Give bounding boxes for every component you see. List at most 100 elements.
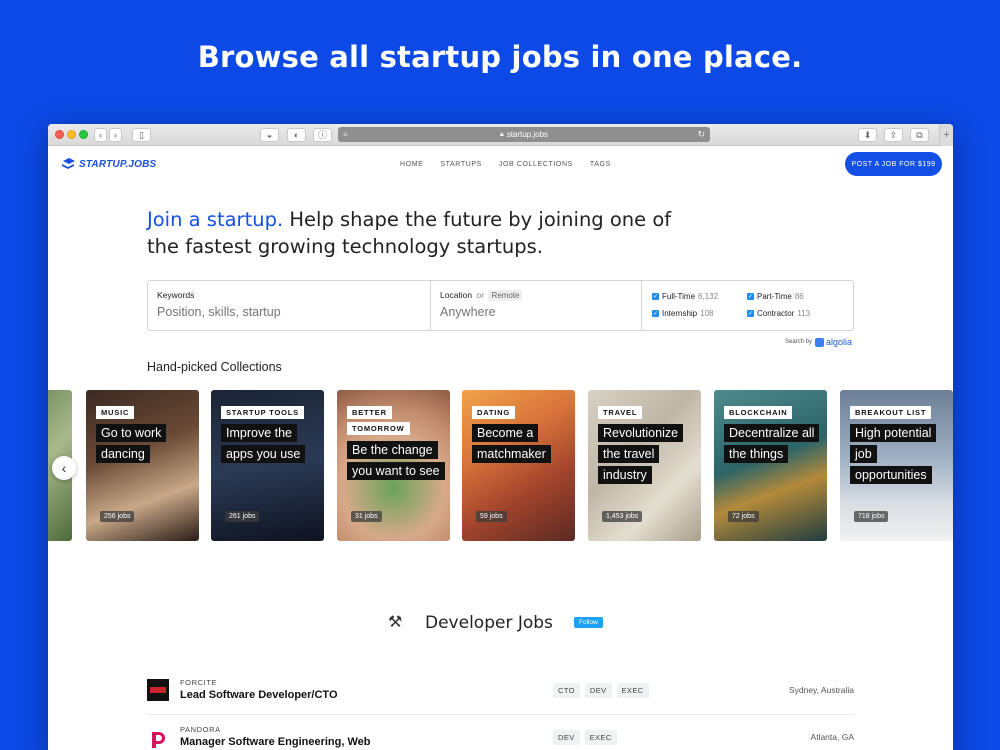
reload-icon[interactable]: ↻ <box>697 129 705 140</box>
reader-icon[interactable]: ≡ <box>343 130 348 139</box>
info-icon[interactable]: ⓘ <box>313 128 332 142</box>
search-form: Keywords Location or Remote ✓ Full-Time … <box>147 280 854 331</box>
tabs-icon[interactable]: ⧉ <box>910 128 929 142</box>
page-headline: Browse all startup jobs in one place. <box>197 40 803 74</box>
browser-window: ‹ › ▯ ◒ ◐ ⓘ ≡ 🔒︎ startup.jobs ↻ ⬇ ⇪ ⧉ + … <box>48 124 953 750</box>
nav-link-startups[interactable]: STARTUPS <box>440 161 482 168</box>
collection-job-count: 1,453 jobs <box>602 511 643 522</box>
hammer-wrench-icon: ⚒ <box>388 614 403 631</box>
forward-icon[interactable]: › <box>109 128 122 142</box>
filter-label: Contractor <box>757 309 795 318</box>
job-tag[interactable]: EXEC <box>584 730 617 745</box>
collection-card-better-tomorrow[interactable]: BETTER TOMORROW Be the change you want t… <box>337 390 450 541</box>
filter-label: Internship <box>662 309 698 318</box>
url-text: startup.jobs <box>506 130 549 139</box>
collection-tag: TRAVEL <box>598 406 643 419</box>
job-title[interactable]: Manager Software Engineering, Web <box>180 736 371 748</box>
collection-card-startup-tools[interactable]: STARTUP TOOLS Improve the apps you use 2… <box>211 390 324 541</box>
forcite-logo-icon <box>147 679 169 701</box>
filter-label: Part-Time <box>757 292 792 301</box>
collection-tag: BREAKOUT LIST <box>850 406 932 419</box>
carousel-prev-icon[interactable]: ‹ <box>52 456 76 480</box>
job-title[interactable]: Lead Software Developer/CTO <box>180 689 338 701</box>
filter-count: 6,132 <box>698 292 719 301</box>
toggle-icon[interactable]: ◐ <box>287 128 306 142</box>
filter-count: 86 <box>794 292 804 301</box>
new-tab-icon[interactable]: + <box>939 124 953 146</box>
hero-heading: Join a startup. Help shape the future by… <box>147 206 687 260</box>
filter-contractor[interactable]: ✓ Contractor 113 <box>747 309 810 318</box>
minimize-window-button[interactable] <box>67 130 76 139</box>
hero-accent: Join a startup. <box>147 208 284 231</box>
address-bar[interactable]: ≡ 🔒︎ startup.jobs ↻ <box>338 127 710 142</box>
close-window-button[interactable] <box>55 130 64 139</box>
job-location: Atlanta, GA <box>810 732 854 742</box>
collection-card-dating[interactable]: DATING Become a matchmaker 59 jobs <box>462 390 575 541</box>
share-icon[interactable]: ⇪ <box>884 128 903 142</box>
job-row[interactable]: FORCITE Lead Software Developer/CTO CTO … <box>147 668 854 712</box>
location-label-text: Location <box>440 290 473 300</box>
remote-chip[interactable]: Remote <box>488 290 523 301</box>
checkbox-checked-icon[interactable]: ✓ <box>652 293 659 300</box>
location-or-text: or <box>476 290 485 300</box>
back-icon[interactable]: ‹ <box>94 128 107 142</box>
filter-full-time[interactable]: ✓ Full-Time 6,132 <box>652 292 718 301</box>
powered-by-text: Search by <box>785 339 813 345</box>
algolia-icon <box>815 337 825 347</box>
nav-link-tags[interactable]: TAGS <box>590 161 611 168</box>
nav-link-home[interactable]: HOME <box>400 161 423 168</box>
filter-internship[interactable]: ✓ Internship 108 <box>652 309 714 318</box>
collection-tag-line-2: TOMORROW <box>347 422 410 435</box>
job-tag[interactable]: CTO <box>553 683 580 698</box>
filter-count: 108 <box>700 309 714 318</box>
keywords-input[interactable] <box>157 305 417 319</box>
checkbox-checked-icon[interactable]: ✓ <box>747 293 754 300</box>
filter-label: Full-Time <box>662 292 696 301</box>
pandora-logo-icon <box>152 732 165 748</box>
collection-tag: STARTUP TOOLS <box>221 406 304 419</box>
site-nav: STARTUP.JOBS HOME STARTUPS JOB COLLECTIO… <box>48 146 953 184</box>
collection-job-count: 59 jobs <box>476 511 507 522</box>
logo-icon <box>62 158 75 169</box>
job-company: PANDORA <box>180 725 221 734</box>
collection-card-travel[interactable]: TRAVEL Revolutionize the travel industry… <box>588 390 701 541</box>
search-by-algolia[interactable]: Search by algolia <box>785 337 852 347</box>
site-logo[interactable]: STARTUP.JOBS <box>61 158 156 170</box>
job-tag[interactable]: DEV <box>584 683 612 698</box>
job-tag[interactable]: DEV <box>553 730 580 745</box>
download-icon[interactable]: ⬇ <box>858 128 877 142</box>
post-job-button[interactable]: POST A JOB FOR $199 <box>845 152 942 176</box>
job-tag[interactable]: EXEC <box>616 683 649 698</box>
job-type-filters: ✓ Full-Time 6,132 ✓ Part-Time 86 ✓ Inter… <box>642 281 853 330</box>
collection-job-count: 718 jobs <box>854 511 889 522</box>
nav-link-job-collections[interactable]: JOB COLLECTIONS <box>499 161 573 168</box>
collection-card-breakout-list[interactable]: BREAKOUT LIST High potential job opportu… <box>840 390 953 541</box>
checkbox-checked-icon[interactable]: ✓ <box>652 310 659 317</box>
twitter-follow-button[interactable]: Follow <box>574 617 603 628</box>
collection-tag: DATING <box>472 406 515 419</box>
shield-icon[interactable]: ◒ <box>260 128 279 142</box>
collection-tag: MUSIC <box>96 406 135 419</box>
collection-job-count: 72 jobs <box>728 511 759 522</box>
sidebar-icon[interactable]: ▯ <box>132 128 151 142</box>
collection-card-music[interactable]: MUSIC Go to work dancing 256 jobs <box>86 390 199 541</box>
logo-text: STARTUP.JOBS <box>79 158 157 170</box>
collection-job-count: 256 jobs <box>100 511 135 522</box>
checkbox-checked-icon[interactable]: ✓ <box>747 310 754 317</box>
keywords-field[interactable]: Keywords <box>148 281 431 330</box>
job-location: Sydney, Australia <box>788 685 854 695</box>
browser-titlebar: ‹ › ▯ ◒ ◐ ⓘ ≡ 🔒︎ startup.jobs ↻ ⬇ ⇪ ⧉ + <box>48 124 953 146</box>
lock-icon: 🔒︎ <box>499 130 504 138</box>
developer-jobs-title: Developer Jobs <box>425 613 553 633</box>
location-input[interactable] <box>440 305 630 319</box>
job-company: FORCITE <box>180 678 218 687</box>
filter-part-time[interactable]: ✓ Part-Time 86 <box>747 292 804 301</box>
collection-title: Go to work dancing <box>96 423 196 465</box>
collection-tag: BLOCKCHAIN <box>724 406 793 419</box>
collection-card-blockchain[interactable]: BLOCKCHAIN Decentralize all the things 7… <box>714 390 827 541</box>
job-row[interactable]: PANDORA Manager Software Engineering, We… <box>147 714 854 750</box>
collection-title: Decentralize all the things <box>724 423 824 465</box>
collection-job-count: 31 jobs <box>351 511 382 522</box>
location-field[interactable]: Location or Remote <box>431 281 642 330</box>
zoom-window-button[interactable] <box>79 130 88 139</box>
